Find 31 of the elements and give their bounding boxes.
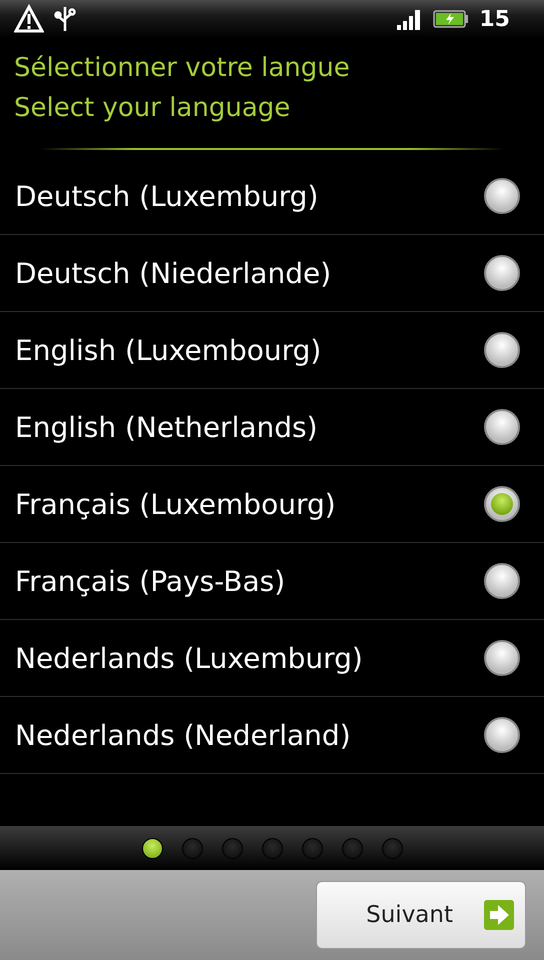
language-label: English (Luxembourg) — [15, 334, 322, 366]
language-option[interactable]: Français (Luxembourg) — [0, 466, 544, 543]
radio-button[interactable] — [484, 640, 520, 676]
language-option[interactable]: English (Netherlands) — [0, 389, 544, 466]
screen-title: Select your language — [13, 92, 292, 125]
radio-button[interactable] — [484, 332, 520, 368]
language-option[interactable]: Nederlands (Luxemburg) — [0, 620, 544, 697]
language-option[interactable]: Deutsch (Luxemburg) — [0, 158, 544, 235]
next-button[interactable]: Suivant — [316, 881, 526, 949]
radio-button[interactable] — [484, 563, 520, 599]
language-label: Français (Pays-Bas) — [15, 564, 286, 598]
language-label: Français (Luxembourg) — [15, 488, 336, 520]
language-option[interactable]: Nederlands (Nederland) — [0, 697, 544, 774]
language-label: Nederlands (Nederland) — [15, 718, 351, 752]
language-option[interactable]: English (Luxembourg) — [0, 312, 544, 389]
radio-button[interactable] — [484, 255, 520, 291]
language-label: English (Netherlands) — [15, 410, 318, 444]
language-label: Deutsch (Luxemburg) — [15, 180, 318, 212]
battery-icon — [433, 9, 470, 29]
radio-button[interactable] — [484, 717, 520, 753]
radio-button[interactable] — [484, 409, 520, 445]
radio-button[interactable] — [484, 486, 520, 522]
language-label: Nederlands (Luxemburg) — [15, 642, 363, 674]
warning-icon — [14, 4, 44, 34]
language-option[interactable]: Deutsch (Niederlande) — [0, 235, 544, 312]
usb-icon — [54, 4, 76, 34]
language-label: Deutsch (Niederlande) — [15, 256, 332, 290]
language-option[interactable]: Français (Pays-Bas) — [0, 543, 544, 620]
screen-title: Sélectionner votre langue — [13, 52, 351, 85]
status-time: 15 — [479, 6, 510, 32]
radio-button[interactable] — [484, 178, 520, 214]
